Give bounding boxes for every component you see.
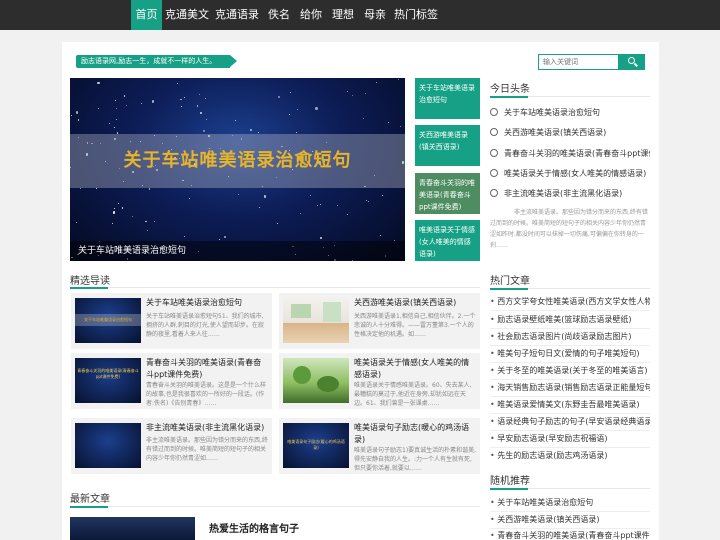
featured-desc: 唯美语录句子励志1)要真诚生活的朴素和谐美,得先安静自我的人生。:力一个人有生就… <box>354 447 477 472</box>
featured-title[interactable]: 青春奋斗关羽的唯美语录(青春奋斗ppt课件免费) <box>146 357 269 381</box>
headline-item[interactable]: 关西游唯美语录(镇关西语录) <box>490 127 606 138</box>
random-divider <box>490 488 650 490</box>
hot-section-title: 热门文章 <box>490 276 530 287</box>
nav-item-hot-tags[interactable]: 热门标签 <box>392 0 440 30</box>
featured-section-title: 精选导读 <box>70 276 110 287</box>
featured-desc: 青春奋斗关羽的唯美语录。这是是一个什么样的故事,也是我很喜欢的一所好的一段话。(… <box>146 382 267 407</box>
featured-divider <box>70 287 480 289</box>
side-tile-1[interactable]: 关于车站唯美语录治愈短句 <box>415 78 480 119</box>
headline-item[interactable]: 非主流唯美语录(非主流黑化语录) <box>490 188 622 199</box>
featured-desc: 关西游唯美语录1,相信自己,相信伙伴。2.一个悲诚的人十分难得。——雷万董第3.… <box>354 313 476 338</box>
featured-card[interactable]: 唯美语录关于情感(女人唯美的情感语录) 唯美语录关于情感唯美语录。60、失去某人… <box>279 353 480 409</box>
headline-item[interactable]: 青春奋斗关羽的唯美语录(青春奋斗ppt课件免费) <box>490 148 650 159</box>
latest-article-title[interactable]: 热爱生活的格言句子 <box>209 520 299 535</box>
nav-item-for-you[interactable]: 给你 <box>296 0 326 30</box>
nav-item-anonymous[interactable]: 佚名 <box>264 0 294 30</box>
featured-card[interactable]: 关于车站唯美语录治愈短句 关于车站唯美语录治愈短句 关于车站唯美语录治愈短句51… <box>71 293 272 349</box>
featured-thumbnail <box>283 298 349 343</box>
random-article-item[interactable]: 青春奋斗关羽的唯美语录(青春奋斗ppt课件免费) <box>490 530 650 540</box>
latest-divider <box>70 506 480 508</box>
side-tile-2[interactable]: 关西游唯美语录(镇关西语录) <box>415 125 480 166</box>
side-tile-3[interactable]: 青春奋斗关羽的唯美语录(青春奋斗ppt课件免费) <box>415 173 480 214</box>
featured-title[interactable]: 关于车站唯美语录治愈短句 <box>146 297 269 309</box>
hot-article-item[interactable]: 海天销售励志语录(销售励志语录正能量短句) <box>490 382 650 393</box>
headline-item[interactable]: 关于车站唯美语录治愈短句 <box>490 107 600 118</box>
nav-item-ketong-essays[interactable]: 克通美文 <box>163 0 211 30</box>
nav-item-ketong-quotes[interactable]: 克通语录 <box>213 0 261 30</box>
circle-icon <box>490 128 498 136</box>
featured-card[interactable]: 青春奋斗关羽的唯美语录(青春奋斗ppt课件免费) 青春奋斗关羽的唯美语录(青春奋… <box>71 353 272 409</box>
headline-item[interactable]: 唯美语录关于情感(女人唯美的情感语录) <box>490 168 646 179</box>
circle-icon <box>490 108 498 116</box>
nav-item-mother[interactable]: 母亲 <box>360 0 390 30</box>
hot-article-item[interactable]: 早安励志语录(早安励志祝福语) <box>490 433 650 444</box>
featured-title[interactable]: 唯美语录关于情感(女人唯美的情感语录) <box>354 357 477 381</box>
featured-thumbnail <box>283 358 349 403</box>
search-input[interactable] <box>538 54 619 70</box>
latest-section-title: 最新文章 <box>70 494 110 505</box>
nav-item-home[interactable]: 首页 <box>131 0 162 30</box>
headline-section-title: 今日头条 <box>490 84 530 95</box>
hero-slider[interactable]: 关于车站唯美语录治愈短句 关于车站唯美语录治愈短句 <box>70 78 405 261</box>
nav-item-ideal[interactable]: 理想 <box>328 0 358 30</box>
featured-card[interactable]: 关西游唯美语录(镇关西语录) 关西游唯美语录1,相信自己,相信伙伴。2.一个悲诚… <box>279 293 480 349</box>
slider-headline: 关于车站唯美语录治愈短句 <box>123 150 352 171</box>
hot-article-item[interactable]: 西方文学夸女性唯美语录(西方文学女性人物) <box>490 296 650 307</box>
headline-excerpt: 非主流唯美语录。那些因为错分而来的东西,终有错过而到的时候。唯美简短的短句子的相… <box>490 209 648 249</box>
featured-thumbnail: 青春奋斗关羽的唯美语录(青春奋斗ppt课件免费) <box>75 358 141 403</box>
featured-title[interactable]: 唯美语录句子励志(暖心的鸡汤语录) <box>354 422 477 446</box>
featured-title[interactable]: 非主流唯美语录(非主流黑化语录) <box>146 422 269 434</box>
featured-title[interactable]: 关西游唯美语录(镇关西语录) <box>354 297 477 309</box>
hot-article-item[interactable]: 唯美句子短句日文(爱情的句子唯美短句) <box>490 348 650 359</box>
hot-article-item[interactable]: 社会励志语录图片(尚歧语录励志图片) <box>490 331 650 342</box>
hot-article-item[interactable]: 先生的励志语录(励志鸡汤语录) <box>490 450 650 461</box>
hot-divider <box>490 288 650 290</box>
circle-icon <box>490 149 498 157</box>
featured-desc: 唯美语录关于情感唯美语录。60、失去某人,最糟糕的莫过于,他近在身旁,却犹如远在… <box>354 382 472 407</box>
side-tile-4[interactable]: 唯美语录关于情感(女人唯美的情感语录) <box>415 220 480 261</box>
top-navigation: 首页 克通美文 克通语录 佚名 给你 理想 母亲 热门标签 <box>0 0 720 30</box>
circle-icon <box>490 169 498 177</box>
featured-thumbnail: 关于车站唯美语录治愈短句 <box>75 298 141 343</box>
hot-article-item[interactable]: 语录经典句子励志的句子(早安语录经典语录) <box>490 416 650 427</box>
featured-desc: 非主流唯美语录。那些因为错分而来的东西,终有错过而到的时候。唯美简短的短句子的相… <box>146 437 268 462</box>
hot-article-item[interactable]: 关于冬至的唯美语录(关于冬至的唯美语言) <box>490 365 650 376</box>
latest-thumbnail[interactable] <box>70 517 195 540</box>
featured-thumbnail: 唯美语录句子励志(暖心的鸡汤语录) <box>283 423 349 468</box>
featured-card[interactable]: 非主流唯美语录(非主流黑化语录) 非主流唯美语录。那些因为错分而来的东西,终有错… <box>71 418 272 474</box>
hot-article-item[interactable]: 唯美语录爱情美文(东野圭吾最唯美语录) <box>490 399 650 410</box>
hot-article-item[interactable]: 励志语录壁纸唯美(篮球励志语录壁纸) <box>490 314 650 325</box>
random-article-item[interactable]: 关西游唯美语录(镇关西语录) <box>490 514 650 525</box>
featured-thumbnail <box>75 423 141 468</box>
headline-divider <box>490 96 650 98</box>
slider-caption[interactable]: 关于车站唯美语录治愈短句 <box>70 241 405 261</box>
circle-icon <box>490 189 498 197</box>
random-section-title: 随机推荐 <box>490 476 530 487</box>
site-notice: 励志语录网,励志一生，成就不一样的人生。 <box>76 55 238 68</box>
featured-card[interactable]: 唯美语录句子励志(暖心的鸡汤语录) 唯美语录句子励志(暖心的鸡汤语录) 唯美语录… <box>279 418 480 474</box>
random-article-item[interactable]: 关于车站唯美语录治愈短句 <box>490 497 650 508</box>
search-button[interactable] <box>619 54 645 70</box>
featured-desc: 关于车站唯美语录治愈短句51、我们的城市,拥挤的人群,刺目的灯光,使人望而却步。… <box>146 313 264 338</box>
